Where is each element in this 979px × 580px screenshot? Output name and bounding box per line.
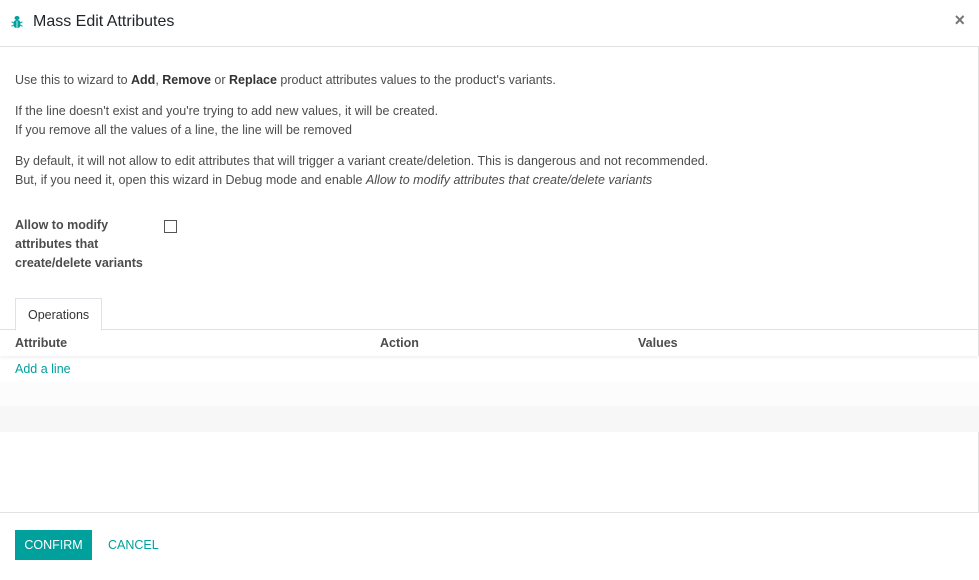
default-info: By default, it will not allow to edit at… <box>15 154 709 168</box>
table-row <box>0 382 979 406</box>
add-line-link[interactable]: Add a line <box>15 362 71 376</box>
line-info-1: If the line doesn't exist and you're try… <box>15 104 439 118</box>
mass-edit-attributes-dialog: Mass Edit Attributes × Use this to wizar… <box>0 0 979 580</box>
operations-table-header: Attribute Action Values <box>0 330 979 356</box>
dialog-body: Use this to wizard to Add, Remove or Rep… <box>0 47 979 512</box>
tab-operations[interactable]: Operations <box>15 298 103 331</box>
intro-sep2: or <box>210 73 229 87</box>
allow-modify-checkbox[interactable] <box>164 220 177 233</box>
column-attribute[interactable]: Attribute <box>15 336 67 350</box>
intro-replace: Replace <box>228 73 277 87</box>
bug-icon <box>11 16 23 28</box>
debug-info: But, if you need it, open this wizard in… <box>15 171 652 190</box>
allow-modify-label: Allow to modify attributes that create/d… <box>15 218 143 270</box>
table-row <box>0 356 979 382</box>
column-values[interactable]: Values <box>638 336 678 350</box>
debug-info-prefix: But, if you need it, open this wizard in… <box>15 173 366 187</box>
table-row <box>0 406 979 432</box>
dialog-title: Mass Edit Attributes <box>33 13 175 30</box>
dialog-footer: Confirm Cancel <box>0 512 979 580</box>
line-info-2: If you remove all the values of a line, … <box>15 123 352 137</box>
intro-text: Use this to wizard to Add, Remove or Rep… <box>15 71 556 90</box>
column-action[interactable]: Action <box>380 336 419 350</box>
notebook-tabs: Operations <box>0 298 979 331</box>
intro-remove: Remove <box>162 73 211 87</box>
intro-add: Add <box>131 73 156 87</box>
cancel-button[interactable]: Cancel <box>100 530 167 560</box>
intro-suffix: product attributes values to the product… <box>276 73 556 87</box>
intro-prefix: Use this to wizard to <box>15 73 132 87</box>
debug-info-emphasis: Allow to modify attributes that create/d… <box>365 173 653 187</box>
confirm-button[interactable]: Confirm <box>15 530 92 560</box>
close-button[interactable]: × <box>954 10 965 30</box>
dialog-header: Mass Edit Attributes × <box>0 0 979 47</box>
